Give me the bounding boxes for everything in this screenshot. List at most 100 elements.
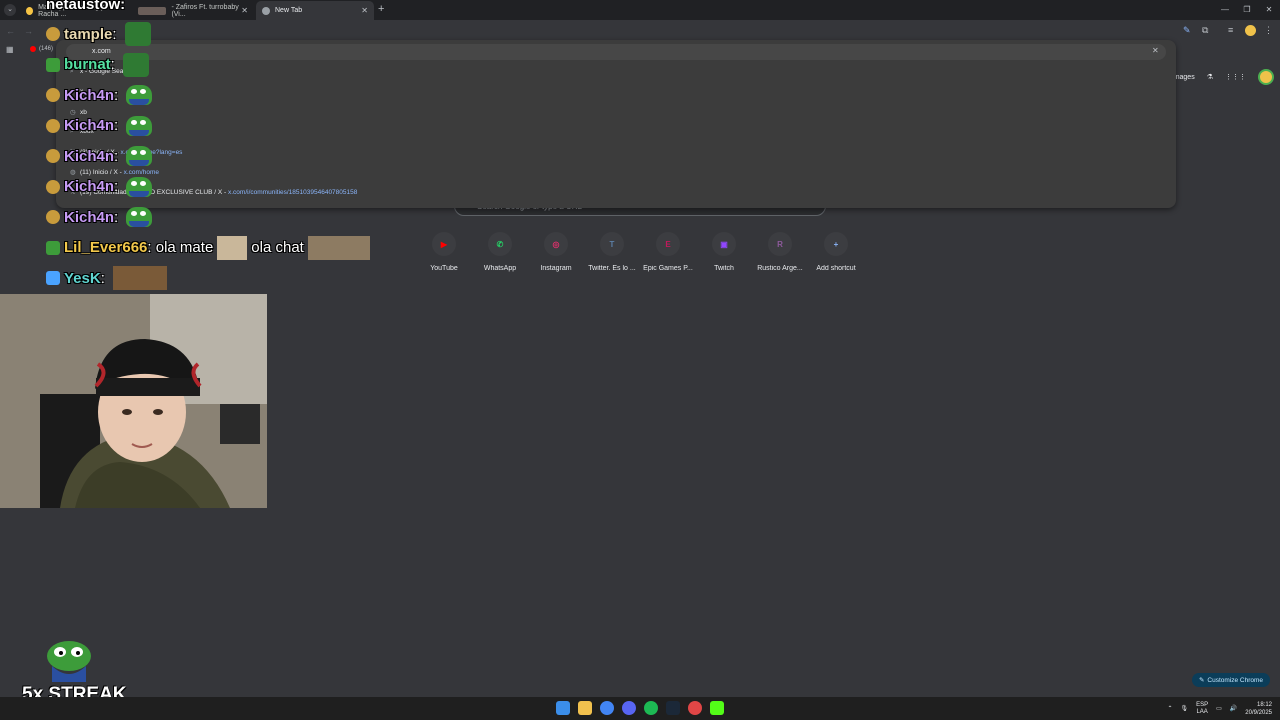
webcam-feed [0,294,267,508]
customize-chrome-button[interactable]: ✎ Customize Chrome [1192,673,1270,687]
chat-message: Kich4n: [46,113,153,139]
shortcut-tile[interactable]: T Twitter. Es lo ... [584,232,640,272]
volume-icon[interactable]: 🔊 [1230,705,1237,712]
omnibox-input[interactable]: x.com [66,44,1166,60]
pepe-emote-icon [126,115,153,136]
system-tray: ⌃ 🎙 ESP LAA ▭ 🔊 18:12 20/9/2025 [1167,697,1272,720]
chrome-taskbar-icon[interactable] [600,701,614,715]
chat-separator: : [114,147,123,165]
chat-message: Kich4n: [46,174,153,200]
app-icon[interactable] [688,701,702,715]
microphone-icon[interactable]: 🎙 [1181,705,1189,712]
tray-chevron-icon[interactable]: ⌃ [1167,705,1172,712]
pepe-emote-icon [47,641,91,682]
profile-avatar[interactable] [1245,25,1256,36]
windows-taskbar: ⌃ 🎙 ESP LAA ▭ 🔊 18:12 20/9/2025 [0,697,1280,720]
chat-text: ola mate [155,239,214,256]
pepe-emote-icon [126,146,153,166]
chat-header-user: netaustow: [46,0,126,13]
cookie-badge-icon [46,118,60,133]
clock[interactable]: 18:12 20/9/2025 [1245,701,1272,717]
cat-emote-icon [217,235,248,260]
media-icon[interactable]: ≡ [1228,25,1233,35]
menu-icon[interactable]: ⋮ [1264,25,1273,36]
new-tab-button[interactable]: + [378,3,384,15]
chat-username[interactable]: tample [64,26,112,43]
google-top-bar: Images ⚗ ⋮⋮⋮ [1172,68,1274,86]
shortcut-label: Rustico Arge... [757,265,803,272]
bag-emote-icon [124,22,151,46]
rat-emote-icon [307,235,370,260]
discord-icon[interactable] [622,701,636,715]
letter-e-icon: E [656,232,680,256]
forward-icon[interactable]: → [24,26,33,36]
shortcut-tile[interactable]: ▣ Twitch [696,232,752,272]
chat-separator: : [112,25,121,43]
shortcut-label: Add shortcut [816,265,856,272]
browser-toolbar: ← → ✎ ⧉ ≡ ⋮ [0,20,1280,42]
windows-start-icon[interactable] [556,701,570,715]
tab-label: New Tab [275,7,303,14]
pepe-badge-icon [46,57,60,72]
maximize-icon[interactable]: ❐ [1236,0,1258,20]
chat-message: burnat: [46,52,153,78]
kick-icon[interactable] [710,701,724,715]
tab-zafiros[interactable]: - Zafiros Ft. turrobaby (Vi... ✕ [132,1,254,20]
chat-username[interactable]: Kich4n [64,209,114,226]
shortcut-label: WhatsApp [483,265,517,272]
shortcut-label: Twitter. Es lo ... [588,265,636,272]
extension-icon[interactable]: ✎ [1183,25,1191,36]
close-window-icon[interactable]: ✕ [1258,0,1280,20]
extensions-puzzle-icon[interactable]: ⧉ [1202,25,1208,36]
chat-message: Kich4n: [46,143,153,169]
chat-separator: : [114,208,123,226]
pepe-emote-icon [126,85,153,105]
chat-username[interactable]: Kich4n [64,148,114,165]
network-icon[interactable]: ▭ [1216,705,1222,712]
clear-icon[interactable]: ✕ [1152,46,1159,55]
cookie-badge-icon [46,88,60,102]
account-avatar[interactable] [1258,69,1274,85]
chat-separator: : [114,86,123,104]
shortcut-tile[interactable]: E Epic Games P... [640,232,696,272]
chat-username[interactable]: Kich4n [64,87,114,104]
pencil-icon: ✎ [1198,677,1205,684]
shortcut-tile[interactable]: ◎ Instagram [528,232,584,272]
chat-username[interactable]: YesK [64,270,101,287]
chat-separator: : [114,117,123,134]
chat-message: tample: [46,21,155,47]
cookie-badge-icon [46,149,60,163]
google-apps-icon[interactable]: ⋮⋮⋮ [1225,73,1246,81]
close-icon[interactable]: ✕ [361,6,368,15]
chrome-icon [262,6,270,15]
back-icon[interactable]: ← [6,26,15,36]
cookie-badge-icon [46,210,60,224]
chat-username[interactable]: Kich4n [64,178,114,195]
close-icon[interactable]: ✕ [241,6,248,15]
pepe-emote-icon [126,176,153,197]
shortcut-tile[interactable]: ▶ YouTube [416,232,472,272]
chat-username[interactable]: Kich4n [64,117,114,134]
chat-message: Kich4n: [46,204,153,230]
pepe-emote-icon [126,207,153,227]
chat-username[interactable]: Lil_Ever666 [64,239,147,256]
tab-search-button[interactable]: ⌄ [4,4,16,16]
steam-icon[interactable] [666,701,680,715]
spotify-icon[interactable] [644,701,658,715]
chat-username[interactable]: burnat [64,56,111,73]
tab-new-tab[interactable]: New Tab ✕ [256,1,374,20]
chat-separator: : [100,269,110,287]
labs-icon[interactable]: ⚗ [1207,73,1213,81]
twitch-icon: ▣ [712,232,736,256]
clock-date: 20/9/2025 [1245,709,1272,716]
file-explorer-icon[interactable] [578,701,592,715]
chat-separator: : [114,178,123,195]
apps-grid-icon[interactable]: ▦ [6,45,14,54]
shortcut-tile[interactable]: ✆ WhatsApp [472,232,528,272]
chat-message: Kich4n: [46,82,153,108]
tab-label: - Zafiros Ft. turrobaby (Vi... [171,3,239,18]
shortcut-tile[interactable]: R Rustico Arge... [752,232,808,272]
minimize-icon[interactable]: — [1214,0,1236,20]
language-indicator[interactable]: ESP LAA [1196,702,1208,716]
shortcut-tile[interactable]: + Add shortcut [808,232,864,272]
